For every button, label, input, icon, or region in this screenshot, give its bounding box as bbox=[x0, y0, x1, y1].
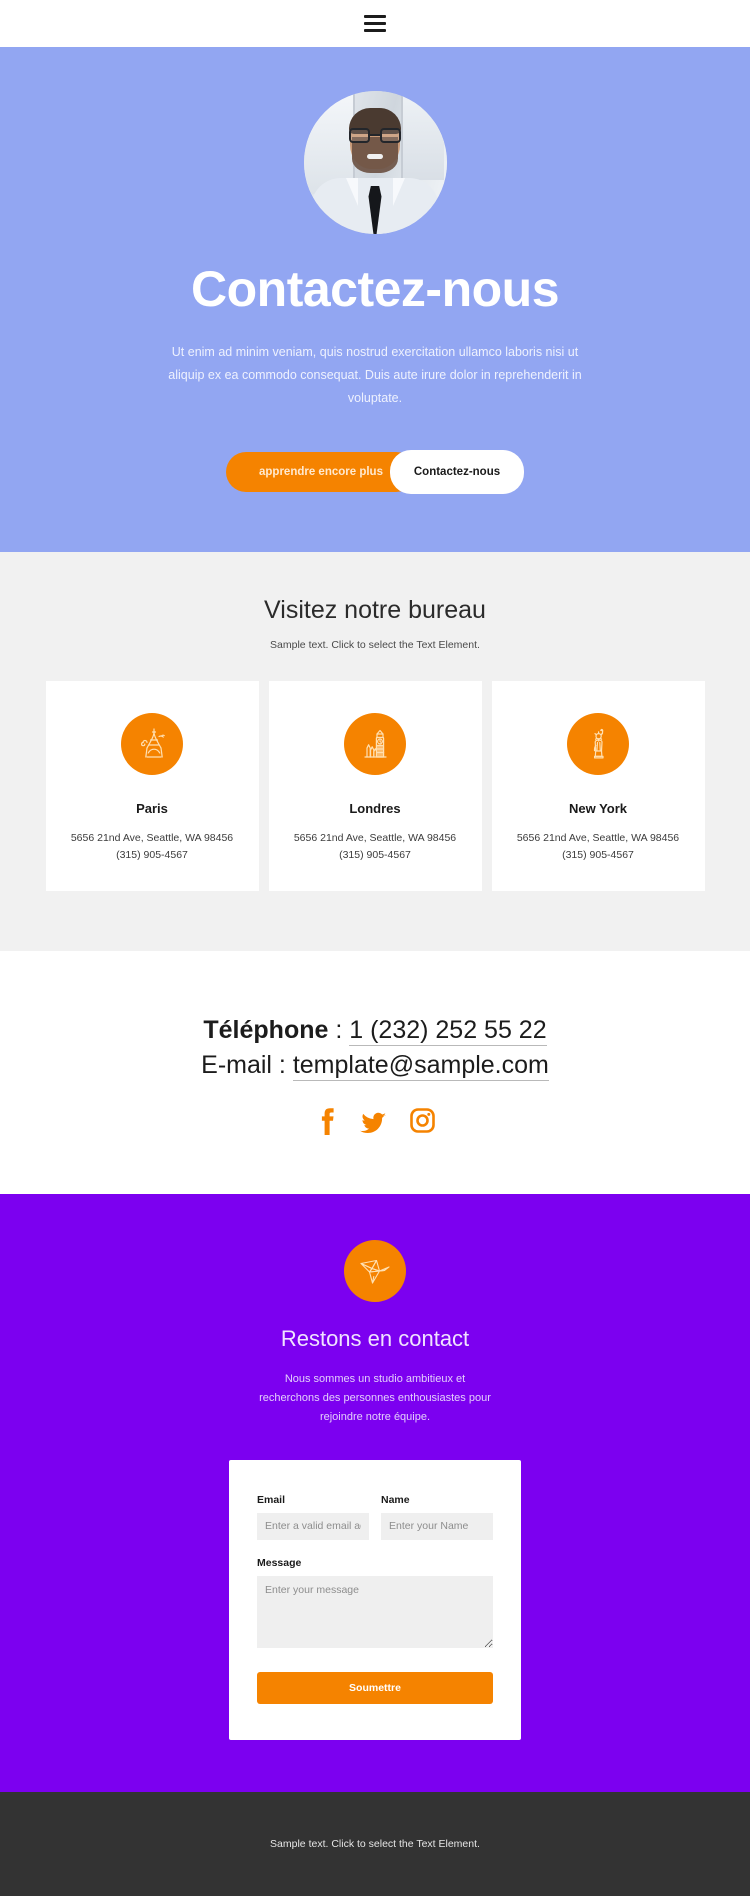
contact-info-section: Téléphone : 1 (232) 252 55 22 E-mail : t… bbox=[0, 950, 750, 1194]
form-group-name: Name bbox=[381, 1494, 493, 1540]
phone-line: Téléphone : 1 (232) 252 55 22 bbox=[0, 1013, 750, 1049]
cta-subtitle: Nous sommes un studio ambitieux et reche… bbox=[259, 1372, 491, 1424]
office-name: Paris bbox=[136, 801, 168, 817]
facebook-icon bbox=[321, 1108, 334, 1135]
office-address-block: 5656 21nd Ave, Seattle, WA 98456 (315) 9… bbox=[506, 830, 691, 863]
email-line: E-mail : template@sample.com bbox=[0, 1048, 750, 1084]
hero-section: Contactez-nous Ut enim ad minim veniam, … bbox=[0, 47, 750, 553]
email-separator: : bbox=[271, 1051, 293, 1080]
hamburger-bar bbox=[364, 29, 386, 32]
office-name: Londres bbox=[349, 801, 401, 817]
submit-button[interactable]: Soumettre bbox=[257, 1671, 493, 1704]
email-label: E-mail bbox=[201, 1051, 272, 1080]
avatar-mouth bbox=[367, 153, 383, 159]
office-card-londres[interactable]: Londres 5656 21nd Ave, Seattle, WA 98456… bbox=[268, 681, 482, 891]
learn-more-button[interactable]: apprendre encore plus bbox=[226, 452, 416, 493]
statue-of-liberty-icon bbox=[567, 713, 629, 776]
avatar-glasses-bridge bbox=[370, 134, 380, 137]
avatar bbox=[303, 91, 447, 234]
facebook-link[interactable] bbox=[315, 1106, 337, 1136]
avatar-window-pane-right bbox=[400, 91, 444, 180]
office-address-block: 5656 21nd Ave, Seattle, WA 98456 (315) 9… bbox=[283, 830, 468, 863]
offices-subtitle: Sample text. Click to select the Text El… bbox=[270, 639, 480, 652]
offices-section: Visitez notre bureau Sample text. Click … bbox=[0, 552, 750, 951]
name-field[interactable] bbox=[381, 1512, 493, 1540]
office-address: 5656 21nd Ave, Seattle, WA 98456 bbox=[70, 832, 234, 845]
twitter-link[interactable] bbox=[359, 1106, 387, 1136]
twitter-icon bbox=[359, 1112, 386, 1133]
form-group-message: Message bbox=[257, 1557, 493, 1648]
hero-subtitle: Ut enim ad minim veniam, quis nostrud ex… bbox=[168, 345, 582, 406]
hamburger-menu-icon[interactable] bbox=[364, 15, 386, 32]
big-ben-icon bbox=[344, 713, 406, 776]
office-card-new-york[interactable]: New York 5656 21nd Ave, Seattle, WA 9845… bbox=[491, 681, 705, 891]
office-address-block: 5656 21nd Ave, Seattle, WA 98456 (315) 9… bbox=[60, 830, 245, 863]
hamburger-bar bbox=[364, 15, 386, 18]
contact-us-button[interactable]: Contactez-nous bbox=[390, 450, 524, 495]
avatar-glasses bbox=[349, 128, 401, 144]
cta-title: Restons en contact bbox=[280, 1325, 470, 1351]
email-field[interactable] bbox=[257, 1512, 369, 1540]
email-value[interactable]: template@sample.com bbox=[292, 1051, 549, 1082]
avatar-glasses-lens-right bbox=[380, 128, 401, 144]
instagram-link[interactable] bbox=[409, 1106, 436, 1136]
office-phone: (315) 905-4567 bbox=[562, 848, 634, 861]
page-title: Contactez-nous bbox=[191, 261, 560, 317]
contact-form: Email Name Message Soumettre bbox=[229, 1459, 521, 1740]
contact-cta-section: Restons en contact Nous sommes un studio… bbox=[0, 1193, 750, 1792]
office-card-list: Paris 5656 21nd Ave, Seattle, WA 98456 (… bbox=[0, 681, 750, 891]
phone-label: Téléphone bbox=[203, 1015, 329, 1044]
avatar-glasses-lens-left bbox=[349, 128, 370, 144]
phone-value[interactable]: 1 (232) 252 55 22 bbox=[349, 1015, 547, 1046]
office-card-paris[interactable]: Paris 5656 21nd Ave, Seattle, WA 98456 (… bbox=[45, 681, 259, 891]
office-address: 5656 21nd Ave, Seattle, WA 98456 bbox=[293, 832, 457, 845]
phone-separator: : bbox=[328, 1015, 350, 1044]
avatar-collar-left bbox=[345, 178, 358, 206]
eiffel-tower-icon bbox=[121, 713, 183, 776]
message-field-label: Message bbox=[257, 1556, 302, 1569]
name-field-label: Name bbox=[381, 1493, 410, 1506]
origami-bird-icon bbox=[344, 1239, 406, 1302]
avatar-collar-right bbox=[392, 178, 405, 206]
email-field-label: Email bbox=[257, 1493, 286, 1506]
office-phone: (315) 905-4567 bbox=[116, 848, 188, 861]
form-group-email: Email bbox=[257, 1494, 369, 1540]
footer-text: Sample text. Click to select the Text El… bbox=[270, 1837, 480, 1850]
office-phone: (315) 905-4567 bbox=[339, 848, 411, 861]
social-links bbox=[0, 1106, 750, 1136]
form-row-email-name: Email Name bbox=[257, 1494, 493, 1540]
site-footer: Sample text. Click to select the Text El… bbox=[0, 1791, 750, 1896]
instagram-icon bbox=[409, 1108, 435, 1133]
offices-title: Visitez notre bureau bbox=[264, 596, 486, 625]
office-name: New York bbox=[568, 801, 628, 817]
hero-button-group: apprendre encore plus Contactez-nous bbox=[0, 450, 750, 495]
hamburger-bar bbox=[364, 22, 386, 25]
site-header bbox=[0, 0, 750, 47]
office-address: 5656 21nd Ave, Seattle, WA 98456 bbox=[516, 832, 680, 845]
